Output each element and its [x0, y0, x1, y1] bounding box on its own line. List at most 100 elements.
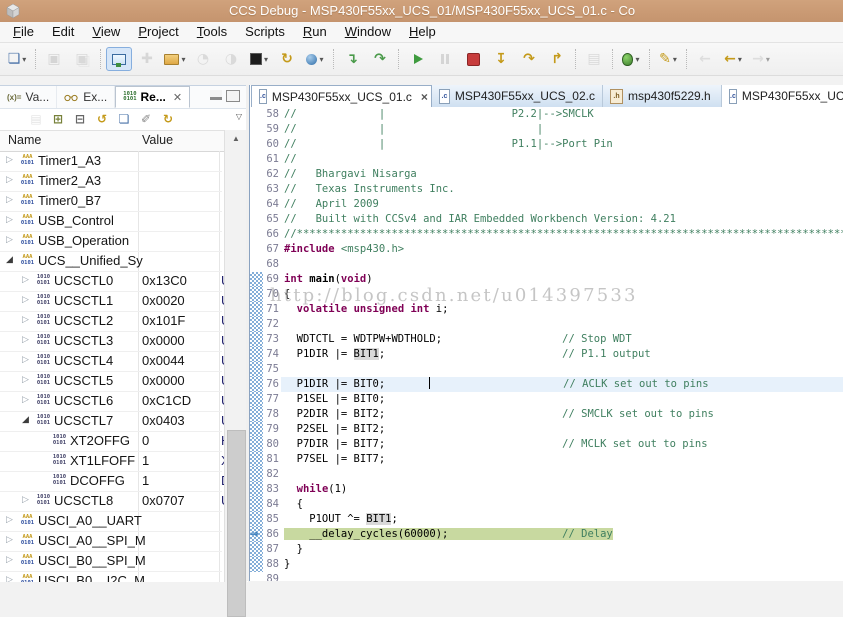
code-line-75[interactable]: 75 [250, 362, 843, 377]
code-line-83[interactable]: 83 while(1) [250, 482, 843, 497]
menu-help[interactable]: Help [400, 22, 445, 42]
code-line-59[interactable]: 59// | | [250, 122, 843, 137]
code-line-73[interactable]: 73 WDTCTL = WDTPW+WDTHOLD; // Stop WDT [250, 332, 843, 347]
menu-file[interactable]: File [4, 22, 43, 42]
register-row-ucsctl2[interactable]: ▷10100101UCSCTL20x101FU [0, 311, 222, 332]
expand-arrow-icon[interactable]: ▷ [22, 354, 29, 365]
expand-arrow-icon[interactable]: ▷ [6, 534, 13, 545]
code-line-79[interactable]: 79 P2SEL |= BIT2; [250, 422, 843, 437]
expand-arrow-icon[interactable]: ▷ [6, 194, 13, 205]
new-register-group-icon[interactable]: ❏ [114, 110, 134, 128]
code-line-72[interactable]: 72 [250, 317, 843, 332]
back-button[interactable]: ←▾ [720, 47, 746, 71]
terminate-button[interactable] [460, 47, 486, 71]
register-row-ucsctl6[interactable]: ▷10100101UCSCTL60xC1CDU [0, 391, 222, 412]
new-button[interactable]: ❏▾ [4, 47, 30, 71]
expand-arrow-icon[interactable]: ▷ [22, 334, 29, 345]
code-line-62[interactable]: 62// Bhargavi Nisarga [250, 167, 843, 182]
refresh-orb-button[interactable]: ▾ [302, 47, 328, 71]
close-icon[interactable]: × [421, 90, 428, 104]
expand-arrow-icon[interactable]: ▷ [22, 274, 29, 285]
scroll-up-arrow-icon[interactable]: ▲ [225, 130, 247, 147]
refresh-icon[interactable]: ↻ [158, 110, 178, 128]
maximize-button[interactable] [226, 90, 240, 102]
view-tab-ex[interactable]: Ex... [57, 86, 115, 108]
register-row-ucsctl3[interactable]: ▷10100101UCSCTL30x0000U [0, 331, 222, 352]
code-area[interactable]: 58// | P2.2|-->SMCLK59// | |60// | P1.1|… [250, 107, 843, 581]
code-line-88[interactable]: 88} [250, 557, 843, 572]
minimize-button[interactable] [210, 90, 222, 100]
register-row-ucs__unified_sy[interactable]: ◢AAA0101UCS__Unified_Sy [0, 251, 222, 272]
code-line-70[interactable]: 70{ [250, 287, 843, 302]
debug-config-bug-button[interactable]: ▾ [618, 47, 644, 71]
menu-window[interactable]: Window [336, 22, 400, 42]
expand-arrow-icon[interactable]: ▷ [22, 394, 29, 405]
view-tab-re[interactable]: 10100101Re...✕ [115, 86, 190, 108]
collapse-arrow-icon[interactable]: ◢ [22, 414, 29, 425]
code-line-58[interactable]: 58// | P2.2|-->SMCLK [250, 107, 843, 122]
collapse-arrow-icon[interactable]: ◢ [6, 254, 13, 265]
code-line-89[interactable]: 89 [250, 572, 843, 581]
expand-arrow-icon[interactable]: ▷ [22, 314, 29, 325]
code-line-76[interactable]: 76 P1DIR |= BIT0; // ACLK set out to pin… [250, 377, 843, 392]
register-row-usci_a0__spi_m[interactable]: ▷AAA0101USCI_A0__SPI_M [0, 531, 222, 552]
code-line-80[interactable]: 80 P7DIR |= BIT7; // MCLK set out to pin… [250, 437, 843, 452]
register-row-ucsctl0[interactable]: ▷10100101UCSCTL00x13C0U [0, 271, 222, 292]
code-line-74[interactable]: 74 P1DIR |= BIT1; // P1.1 output [250, 347, 843, 362]
code-line-87[interactable]: 87 } [250, 542, 843, 557]
code-line-65[interactable]: 65// Built with CCSv4 and IAR Embedded W… [250, 212, 843, 227]
register-row-ucsctl7[interactable]: ◢10100101UCSCTL70x0403U [0, 411, 222, 432]
register-row-ucsctl4[interactable]: ▷10100101UCSCTL40x0044U [0, 351, 222, 372]
expand-arrow-icon[interactable]: ▷ [6, 154, 13, 165]
register-row-timer0_b7[interactable]: ▷AAA0101Timer0_B7 [0, 191, 222, 212]
collapse-all-icon[interactable]: ⊟ [70, 110, 90, 128]
code-line-82[interactable]: 82 [250, 467, 843, 482]
register-row-dcoffg[interactable]: 10100101DCOFFG1D [0, 471, 222, 492]
step-over-button[interactable]: ↷ [516, 47, 542, 71]
code-line-63[interactable]: 63// Texas Instruments Inc. [250, 182, 843, 197]
restart-button[interactable]: ↻ [274, 47, 300, 71]
register-row-timer2_a3[interactable]: ▷AAA0101Timer2_A3 [0, 171, 222, 192]
code-line-78[interactable]: 78 P2DIR |= BIT2; // SMCLK set out to pi… [250, 407, 843, 422]
code-line-71[interactable]: 71 volatile unsigned int i; [250, 302, 843, 317]
code-line-84[interactable]: 84 { [250, 497, 843, 512]
column-header-name[interactable]: Name [8, 133, 41, 147]
code-line-86[interactable]: ⇒86 __delay_cycles(60000); // Delay [250, 527, 843, 542]
menu-scripts[interactable]: Scripts [236, 22, 294, 42]
register-row-xt1lfoff[interactable]: 10100101XT1LFOFF1X [0, 451, 222, 472]
expand-arrow-icon[interactable]: ▷ [6, 174, 13, 185]
close-icon[interactable]: ✕ [173, 91, 182, 104]
scrollbar-thumb[interactable] [227, 430, 246, 617]
menu-run[interactable]: Run [294, 22, 336, 42]
device-chip-button[interactable]: ▾ [246, 47, 272, 71]
code-line-61[interactable]: 61// [250, 152, 843, 167]
step-return-button[interactable]: ↱ [544, 47, 570, 71]
editor-tab-msp430f55xx_ucs_02.c[interactable]: .cMSP430F55xx_UCS_02.c [432, 85, 603, 107]
menu-project[interactable]: Project [129, 22, 187, 42]
expand-arrow-icon[interactable]: ▷ [6, 214, 13, 225]
register-row-usci_a0__uart[interactable]: ▷AAA0101USCI_A0__UART [0, 511, 222, 532]
editor-tab-msp430f55xx_ucs_01.c[interactable]: .cMSP430F55xx_UCS_01.c× [251, 85, 432, 107]
register-row-xt2offg[interactable]: 10100101XT2OFFG0H [0, 431, 222, 452]
menu-edit[interactable]: Edit [43, 22, 83, 42]
expand-arrow-icon[interactable]: ▷ [22, 374, 29, 385]
tree-mode-icon[interactable]: ⊞ [48, 110, 68, 128]
view-menu-chevron-icon[interactable]: ▽ [236, 112, 242, 121]
expand-arrow-icon[interactable]: ▷ [22, 494, 29, 505]
view-tab-va[interactable]: (x)=Va... [0, 86, 57, 108]
column-header-value[interactable]: Value [142, 133, 173, 147]
editor-tab-msp430f5229.h[interactable]: .hmsp430f5229.h [603, 85, 722, 107]
register-row-ucsctl8[interactable]: ▷10100101UCSCTL80x0707U [0, 491, 222, 512]
highlight-pen-button[interactable]: ✎▾ [655, 47, 681, 71]
expand-arrow-icon[interactable]: ▷ [6, 514, 13, 525]
code-line-77[interactable]: 77 P1SEL |= BIT0; [250, 392, 843, 407]
assembly-step-over-button[interactable]: ↷ [367, 47, 393, 71]
menu-view[interactable]: View [83, 22, 129, 42]
editor-tab-msp430f55xx_ucs[interactable]: .cMSP430F55xx_UCS [722, 85, 843, 107]
code-line-81[interactable]: 81 P7SEL |= BIT7; [250, 452, 843, 467]
code-line-67[interactable]: 67#include <msp430.h> [250, 242, 843, 257]
code-line-66[interactable]: 66//************************************… [250, 227, 843, 242]
step-into-button[interactable]: ↧ [488, 47, 514, 71]
code-line-60[interactable]: 60// | P1.1|-->Port Pin [250, 137, 843, 152]
menu-tools[interactable]: Tools [188, 22, 236, 42]
